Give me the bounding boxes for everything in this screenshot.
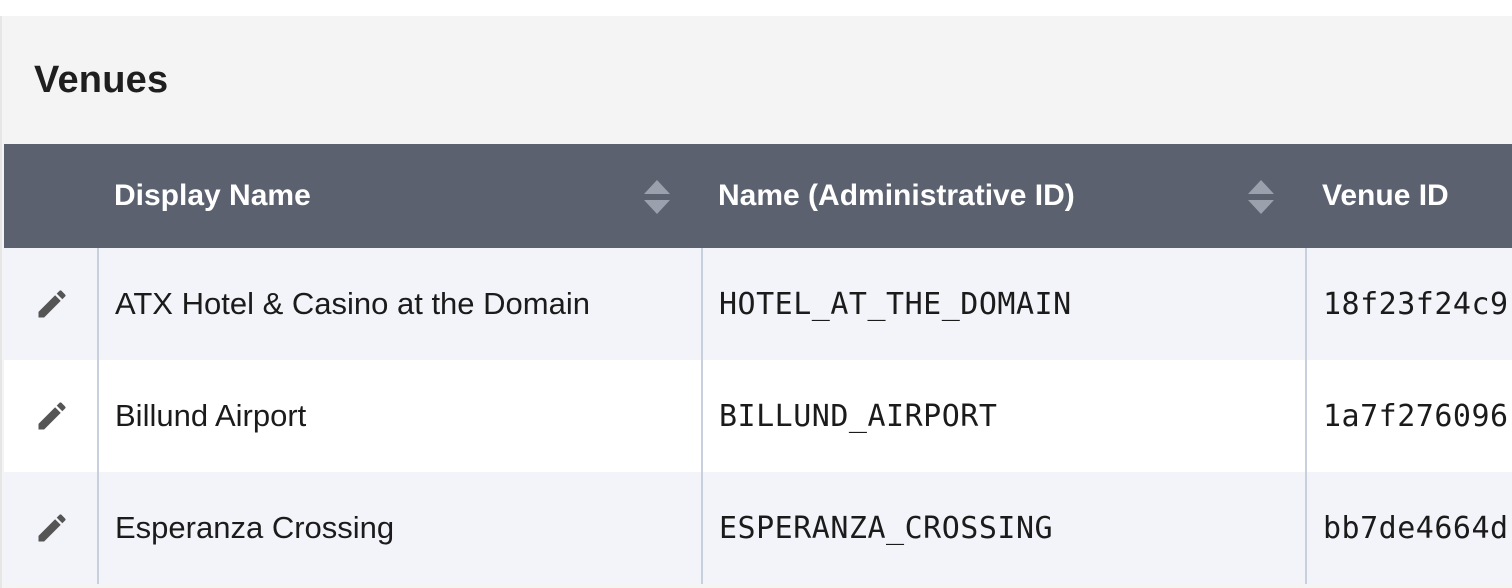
display-name-cell: ATX Hotel & Casino at the Domain [97, 248, 702, 360]
venue-id-text: bb7de4664d [1323, 510, 1509, 546]
column-header-label: Venue ID [1322, 179, 1449, 212]
venue-id-text: 18f23f24c9 [1323, 286, 1509, 322]
column-header-venue-id: Venue ID [1306, 144, 1512, 248]
table-row: ATX Hotel & Casino at the Domain HOTEL_A… [4, 248, 1512, 360]
admin-id-cell: HOTEL_AT_THE_DOMAIN [701, 248, 1306, 360]
display-name-cell: Esperanza Crossing [97, 472, 702, 584]
sort-updown-icon[interactable] [642, 178, 672, 216]
venue-id-cell: 1a7f276096 [1305, 360, 1512, 472]
pencil-icon[interactable] [34, 510, 70, 546]
admin-id-text: HOTEL_AT_THE_DOMAIN [719, 286, 1072, 322]
admin-id-text: ESPERANZA_CROSSING [719, 510, 1054, 546]
venues-panel: Venues Display Name Name (Administrative… [0, 16, 1512, 588]
admin-id-text: BILLUND_AIRPORT [719, 398, 998, 434]
pencil-icon[interactable] [34, 286, 70, 322]
column-header-admin-id[interactable]: Name (Administrative ID) [702, 144, 1306, 248]
page: Venues Display Name Name (Administrative… [0, 0, 1512, 588]
column-header-display-name[interactable]: Display Name [98, 144, 702, 248]
column-header-label: Display Name [114, 179, 311, 212]
table-row: Esperanza Crossing ESPERANZA_CROSSING bb… [4, 472, 1512, 584]
venue-id-cell: 18f23f24c9 [1305, 248, 1512, 360]
display-name-text: Esperanza Crossing [115, 510, 395, 545]
venue-id-cell: bb7de4664d [1305, 472, 1512, 584]
panel-title: Venues [34, 59, 169, 101]
pencil-icon[interactable] [34, 398, 70, 434]
edit-cell [4, 360, 98, 472]
table-header-row: Display Name Name (Administrative ID) Ve… [4, 144, 1512, 248]
display-name-cell: Billund Airport [97, 360, 702, 472]
column-header-edit [4, 144, 98, 248]
table-row: Billund Airport BILLUND_AIRPORT 1a7f2760… [4, 360, 1512, 472]
admin-id-cell: ESPERANZA_CROSSING [701, 472, 1306, 584]
column-header-label: Name (Administrative ID) [718, 179, 1075, 212]
sort-updown-icon[interactable] [1246, 178, 1276, 216]
admin-id-cell: BILLUND_AIRPORT [701, 360, 1306, 472]
venues-table: Display Name Name (Administrative ID) Ve… [4, 144, 1512, 584]
edit-cell [4, 472, 98, 584]
venue-id-text: 1a7f276096 [1323, 398, 1509, 434]
display-name-text: ATX Hotel & Casino at the Domain [115, 286, 590, 321]
edit-cell [4, 248, 98, 360]
display-name-text: Billund Airport [115, 398, 307, 433]
